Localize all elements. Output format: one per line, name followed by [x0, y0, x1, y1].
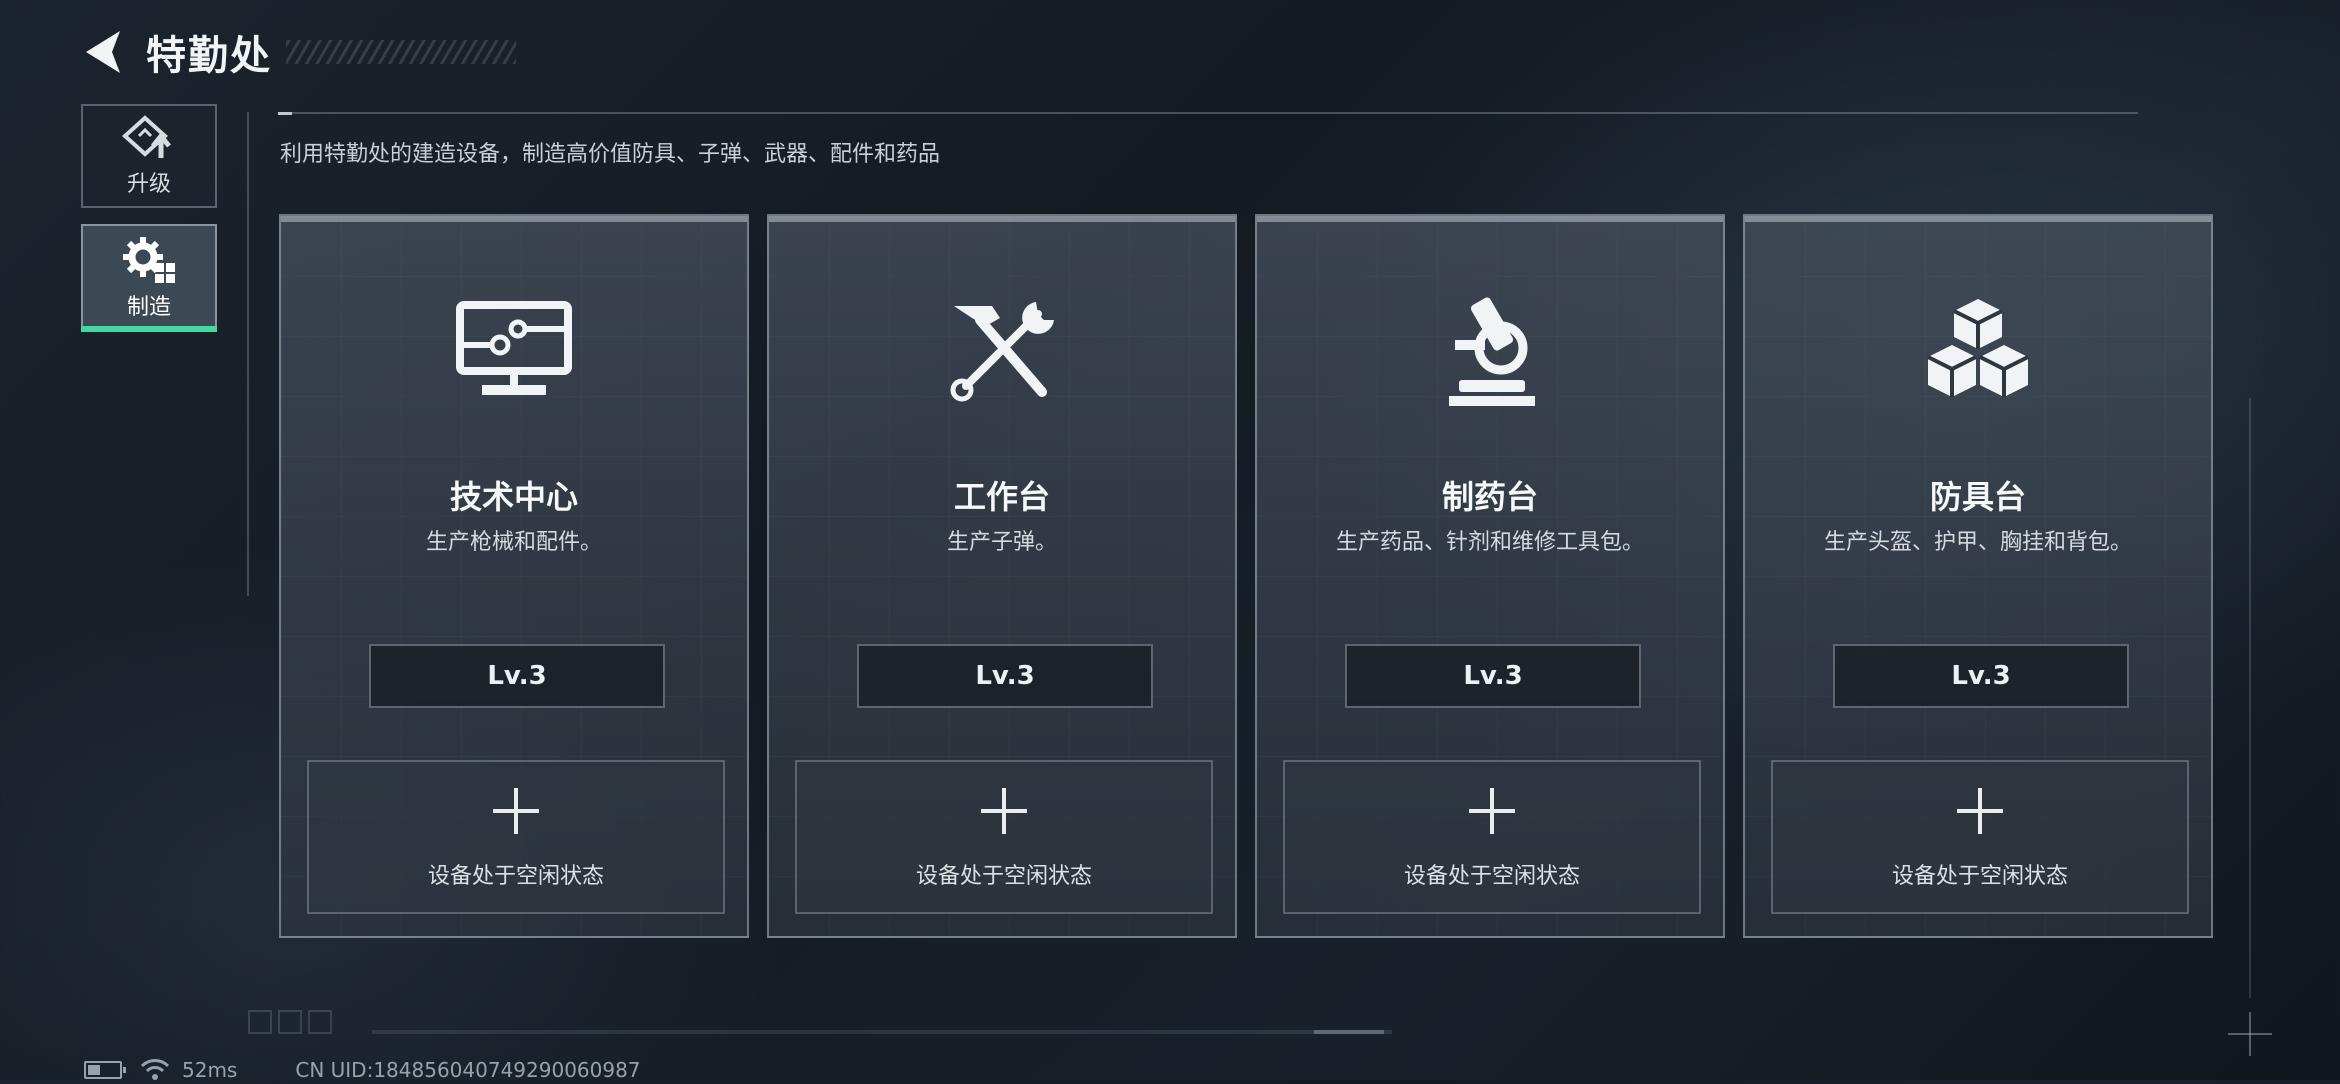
sidebar-item-label: 制造 [126, 295, 171, 320]
production-slot[interactable]: 设备处于空闲状态 [1771, 760, 2189, 914]
station-level: Lv.3 [369, 644, 665, 708]
station-card-pharmacy[interactable]: 制药台 生产药品、针剂和维修工具包。 Lv.3 设备处于空闲状态 [1255, 214, 1725, 938]
slot-status: 设备处于空闲状态 [1891, 864, 2068, 889]
plus-icon [981, 788, 1027, 834]
station-name: 制药台 [1441, 478, 1538, 516]
deco-square [278, 1010, 302, 1034]
hammer-wrench-icon [932, 286, 1072, 416]
station-level: Lv.3 [1833, 644, 2129, 708]
deco-square [248, 1010, 272, 1034]
gear-craft-icon [123, 237, 175, 283]
divider-right [2249, 398, 2251, 998]
station-level: Lv.3 [1345, 644, 1641, 708]
back-button[interactable] [80, 26, 124, 78]
back-arrow-icon [86, 31, 120, 73]
bottom-track-accent [1314, 1030, 1384, 1034]
station-name: 防具台 [1929, 478, 2026, 516]
station-card-tech-center[interactable]: 技术中心 生产枪械和配件。 Lv.3 设备处于空闲状态 [279, 214, 749, 938]
corner-crosshair-vertical [2249, 1012, 2251, 1056]
station-description: 生产头盔、护甲、胸挂和背包。 [1823, 530, 2132, 555]
production-slot[interactable]: 设备处于空闲状态 [795, 760, 1213, 914]
upgrade-icon [122, 115, 171, 158]
station-level: Lv.3 [857, 644, 1153, 708]
divider-accent [278, 112, 292, 115]
slot-status: 设备处于空闲状态 [915, 864, 1092, 889]
station-name: 技术中心 [449, 478, 578, 516]
user-uid: CN UID:1848560407492900609​87 [295, 1058, 641, 1082]
card-top-bar [281, 216, 747, 222]
slot-status: 设备处于空闲状态 [1403, 864, 1580, 889]
production-slot[interactable]: 设备处于空闲状态 [1283, 760, 1701, 914]
sidebar-item-upgrade[interactable]: 升级 [81, 104, 217, 208]
sidebar-item-craft[interactable]: 制造 [81, 224, 217, 332]
plus-icon [1957, 788, 2003, 834]
station-name: 工作台 [953, 478, 1050, 516]
page-title: 特勤处 [146, 33, 272, 79]
card-top-bar [1745, 216, 2211, 222]
page-description: 利用特勤处的建造设备，制造高价值防具、子弹、武器、配件和药品 [280, 142, 941, 167]
header: 特勤处 [80, 22, 516, 82]
bottom-decoration [248, 1010, 332, 1034]
monitor-icon [444, 286, 584, 416]
slot-status: 设备处于空闲状态 [427, 864, 604, 889]
ping-value: 52ms [182, 1058, 238, 1082]
card-top-bar [1257, 216, 1723, 222]
bottom-track [372, 1030, 1392, 1034]
boxes-icon [1908, 286, 2048, 416]
battery-icon [84, 1061, 126, 1079]
plus-icon [1469, 788, 1515, 834]
station-description: 生产子弹。 [946, 530, 1057, 555]
deco-square [308, 1010, 332, 1034]
active-indicator [81, 326, 217, 332]
station-card-workbench[interactable]: 工作台 生产子弹。 Lv.3 设备处于空闲状态 [767, 214, 1237, 938]
title-decoration [286, 40, 516, 64]
plus-icon [493, 788, 539, 834]
station-description: 生产枪械和配件。 [425, 530, 602, 555]
card-top-bar [769, 216, 1235, 222]
divider-horizontal [278, 112, 2138, 114]
production-slot[interactable]: 设备处于空闲状态 [307, 760, 725, 914]
station-description: 生产药品、针剂和维修工具包。 [1335, 530, 1644, 555]
divider-vertical [247, 112, 249, 596]
microscope-icon [1420, 286, 1560, 416]
station-card-armor[interactable]: 防具台 生产头盔、护甲、胸挂和背包。 Lv.3 设备处于空闲状态 [1743, 214, 2213, 938]
wifi-icon [140, 1059, 170, 1080]
sidebar-item-label: 升级 [126, 172, 171, 197]
